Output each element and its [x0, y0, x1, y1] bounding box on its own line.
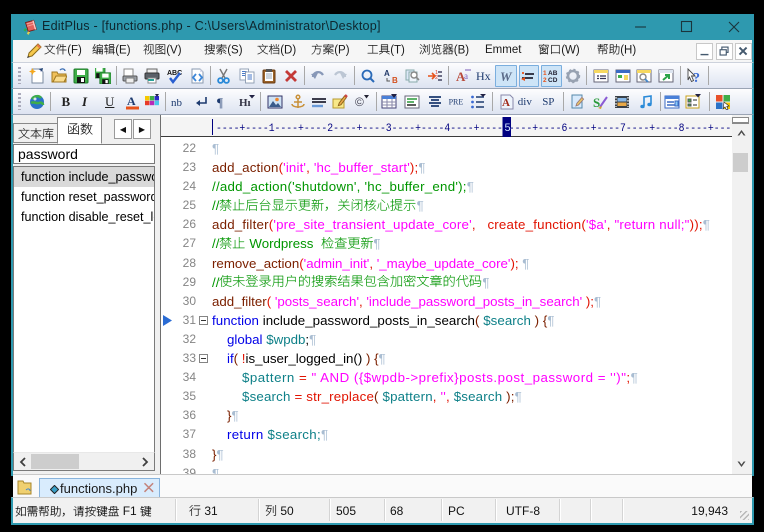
svg-text:2: 2	[435, 75, 438, 81]
svg-text:a: a	[464, 71, 468, 81]
svg-text:A: A	[384, 69, 390, 78]
svg-text:Hı: Hı	[239, 97, 251, 109]
svg-text:2: 2	[543, 77, 547, 84]
svg-text:5: 5	[504, 123, 511, 135]
svg-text:?: ?	[693, 71, 700, 84]
svg-text:nb: nb	[171, 97, 183, 109]
svg-text:----+----1----+----2----+----3: ----+----1----+----2----+----3----+----4…	[216, 123, 732, 135]
svg-text:CD: CD	[548, 77, 558, 84]
svg-text:©: ©	[355, 95, 364, 109]
svg-text:Hx: Hx	[476, 69, 491, 83]
svg-text:AB: AB	[548, 70, 558, 77]
svg-text:A: A	[127, 94, 136, 108]
svg-text:¶: ¶	[217, 95, 223, 110]
svg-text:1: 1	[543, 70, 547, 77]
svg-text:A: A	[502, 97, 510, 109]
svg-text:W: W	[500, 69, 513, 84]
svg-text:B: B	[392, 76, 398, 84]
